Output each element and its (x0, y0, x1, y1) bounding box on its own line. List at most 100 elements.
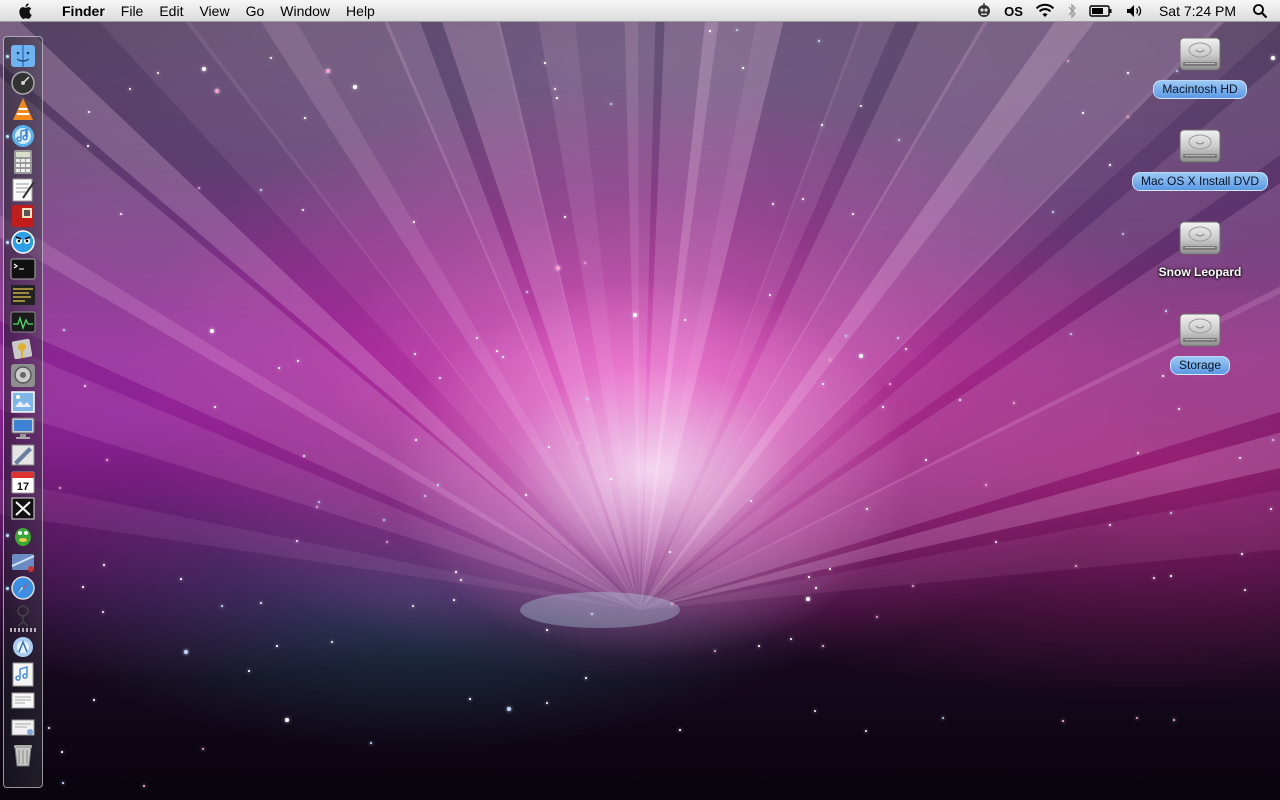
star (48, 727, 50, 729)
apple-menu-icon[interactable] (18, 1, 38, 21)
star (303, 455, 305, 457)
drive-macintosh-hd[interactable]: Macintosh HD (1120, 30, 1280, 99)
photo-booth-icon[interactable] (9, 203, 37, 229)
star (1082, 112, 1084, 114)
star (296, 540, 298, 542)
x11-icon[interactable] (9, 495, 37, 521)
star (709, 30, 711, 32)
dock: 17 (3, 36, 43, 788)
robot-status-icon[interactable] (970, 0, 998, 22)
star (1137, 452, 1139, 454)
menu-bar: Finder File Edit View Go Window Help OS (0, 0, 1280, 22)
menu-view[interactable]: View (191, 0, 237, 22)
activity-monitor-icon[interactable] (9, 309, 37, 335)
music-stack-icon[interactable] (9, 661, 37, 687)
adium-icon[interactable] (6, 522, 37, 548)
svg-text:17: 17 (17, 481, 29, 493)
star (889, 383, 891, 385)
star (106, 459, 108, 461)
image-capture-icon[interactable] (9, 442, 37, 468)
running-indicator (6, 134, 9, 138)
ical-icon[interactable]: 17 (9, 469, 37, 495)
star (453, 599, 455, 601)
menu-window[interactable]: Window (272, 0, 338, 22)
drive-snow-leopard[interactable]: Snow Leopard (1120, 214, 1280, 281)
vlc-icon[interactable] (9, 96, 37, 122)
star (802, 198, 804, 200)
running-indicator (6, 533, 9, 537)
star (260, 602, 262, 604)
star (1070, 333, 1072, 335)
calculator-icon[interactable] (9, 149, 37, 175)
wifi-icon[interactable] (1029, 0, 1061, 22)
menu-file[interactable]: File (113, 0, 152, 22)
star (897, 337, 899, 339)
star (714, 650, 716, 652)
star (270, 57, 272, 59)
star (584, 262, 586, 264)
menu-clock[interactable]: Sat 7:24 PM (1151, 3, 1246, 19)
star (1241, 553, 1243, 555)
star (525, 494, 527, 496)
menu-edit[interactable]: Edit (151, 0, 191, 22)
battery-icon[interactable] (1083, 0, 1119, 22)
safari-icon[interactable] (6, 575, 37, 601)
star (814, 710, 816, 712)
star (1075, 565, 1077, 567)
finder-icon[interactable] (6, 43, 37, 69)
applications-stack-icon[interactable] (9, 634, 37, 660)
star (210, 329, 214, 333)
dashboard-icon[interactable] (9, 70, 37, 96)
star (202, 67, 206, 71)
itunes-icon[interactable] (6, 123, 37, 149)
os-status-label[interactable]: OS (998, 0, 1029, 22)
star (1178, 408, 1180, 410)
bluetooth-icon[interactable] (1061, 0, 1083, 22)
star (1109, 164, 1111, 166)
star (1270, 508, 1272, 510)
volume-icon[interactable] (1119, 0, 1151, 22)
keychain-icon[interactable] (9, 336, 37, 362)
drive-install-dvd[interactable]: Mac OS X Install DVD (1120, 122, 1280, 191)
star (544, 62, 546, 64)
star (860, 105, 862, 107)
star (61, 751, 63, 753)
preview-icon[interactable] (9, 389, 37, 415)
remote-desktop-icon[interactable] (9, 415, 37, 441)
automator-icon[interactable] (9, 602, 37, 628)
star (415, 439, 417, 441)
downloads-stack-icon[interactable] (9, 714, 37, 740)
menu-help[interactable]: Help (338, 0, 383, 22)
star (120, 213, 122, 215)
spotlight-search-icon[interactable] (1246, 0, 1280, 22)
star (412, 605, 414, 607)
star (633, 313, 637, 317)
aurora-rays (0, 0, 1280, 628)
documents-stack-icon[interactable] (9, 687, 37, 713)
star (460, 579, 462, 581)
star (439, 377, 441, 379)
trash-icon[interactable] (9, 741, 37, 767)
textedit-icon[interactable] (9, 176, 37, 202)
star (985, 484, 987, 486)
directory-icon[interactable] (9, 548, 37, 574)
star (1127, 116, 1129, 118)
star (1173, 719, 1175, 721)
system-preferences-icon[interactable] (9, 362, 37, 388)
hard-drive-icon (1179, 313, 1221, 347)
terminal-icon[interactable] (9, 256, 37, 282)
star (1162, 375, 1164, 377)
console-icon[interactable] (9, 282, 37, 308)
star (370, 742, 372, 744)
drive-storage[interactable]: Storage (1120, 306, 1280, 375)
tweetie-icon[interactable] (6, 229, 37, 255)
desktop-wallpaper[interactable] (0, 0, 1280, 800)
star (610, 478, 612, 480)
star (1170, 575, 1172, 577)
hard-drive-icon (1179, 37, 1221, 71)
star (866, 508, 868, 510)
menu-go[interactable]: Go (238, 0, 273, 22)
menu-finder[interactable]: Finder (54, 0, 113, 22)
star (750, 500, 752, 502)
star (143, 785, 145, 787)
